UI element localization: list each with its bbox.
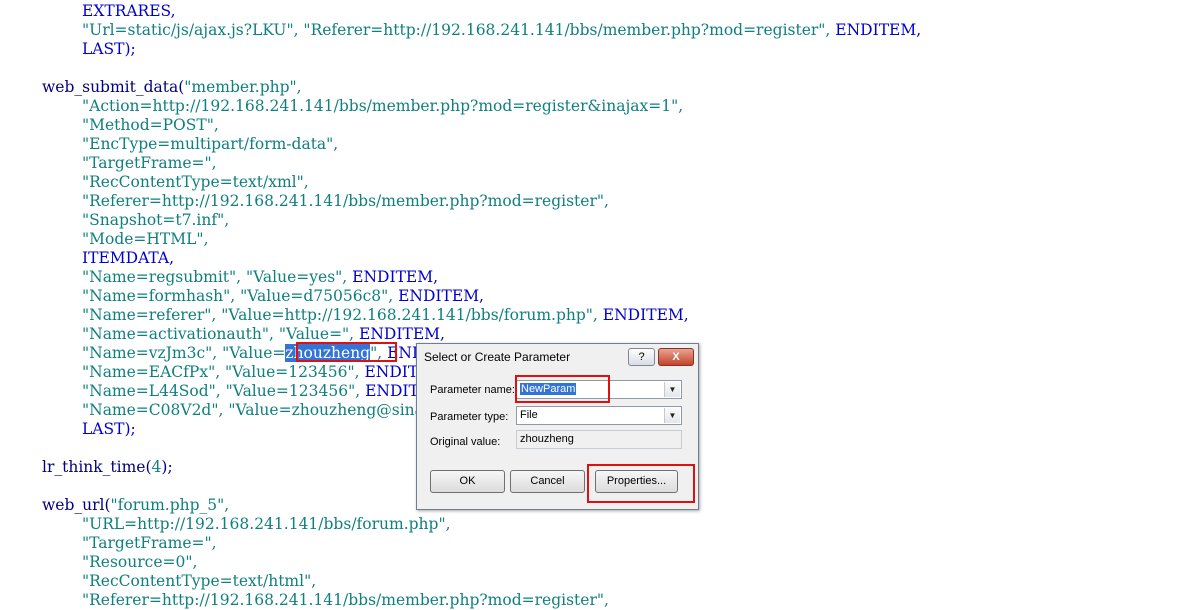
parameter-name-highlight [515,375,610,403]
help-button[interactable]: ? [628,348,655,366]
code-token: "Resource=0", [82,553,198,571]
code-token: "forum.php_5", [110,496,230,514]
code-line: "Resource=0", [82,553,197,572]
code-token: ENDITEM, [398,287,484,305]
code-token: "member.php", [184,78,302,96]
code-line: "Mode=HTML", [82,230,209,249]
code-line: "Name=EACfPx", "Value=123456", ENDITEM, [82,363,450,382]
code-token: ENDITEM, [352,268,439,286]
code-token: ENDITEM, [835,21,922,39]
code-token: lr_think_time( [42,458,152,476]
code-line: "Name=formhash", "Value=d75056c8", ENDIT… [82,287,484,306]
code-token: "RecContentType=text/html", [82,572,317,590]
code-token: ); [161,458,173,476]
code-line: LAST); [82,420,136,439]
code-line: "Action=http://192.168.241.141/bbs/membe… [82,97,683,116]
parameter-name-label: Parameter name: [430,384,515,396]
code-line: web_submit_data("member.php", [42,78,302,97]
code-token: "Mode=HTML", [82,230,209,248]
code-token: "URL=http://192.168.241.141/bbs/forum.ph… [82,515,451,533]
code-token: "Name=regsubmit", "Value=yes", [82,268,353,286]
code-line: "Referer=http://192.168.241.141/bbs/memb… [82,192,609,211]
code-line: EXTRARES, [82,2,176,21]
code-token: "Name=formhash", "Value=d75056c8", [82,287,399,305]
original-value: zhouzheng [520,433,574,445]
code-line: web_url("forum.php_5", [42,496,229,515]
select-or-create-parameter-dialog: Select or Create Parameter ? X Parameter… [416,343,699,510]
cancel-button[interactable]: Cancel [510,470,585,493]
parameter-type-select[interactable]: File ▼ [516,406,682,425]
code-token: 4 [151,458,162,476]
parameter-type-label: Parameter type: [430,411,509,423]
code-token: ITEMDATA, [82,249,175,267]
code-token: "TargetFrame=", [82,534,217,552]
code-token: "RecContentType=text/xml", [82,173,309,191]
code-token: LAST); [82,40,136,58]
code-line: lr_think_time(4); [42,458,173,477]
code-token: "Name=EACfPx", "Value=123456", [82,363,365,381]
ok-button[interactable]: OK [430,470,505,493]
dialog-title-bar[interactable]: Select or Create Parameter ? X [417,344,698,370]
parameter-type-value: File [520,409,538,421]
code-line: "TargetFrame=", [82,534,217,553]
code-line: "Referer=http://192.168.241.141/bbs/memb… [82,591,609,610]
close-button[interactable]: X [658,348,694,366]
code-token: LAST); [82,420,136,438]
code-token: "Referer=http://192.168.241.141/bbs/memb… [82,192,609,210]
code-token: "Name=vzJm3c", "Value= [82,344,286,362]
code-line: "Method=POST", [82,116,219,135]
code-line: "Name=vzJm3c", "Value=zhouzheng", ENDITE… [82,344,473,363]
code-token: ENDITEM, [602,306,689,324]
code-token: "Action=http://192.168.241.141/bbs/membe… [82,97,684,115]
code-token: "Name=L44Sod", "Value=123456", [82,382,366,400]
dialog-title: Select or Create Parameter [424,350,571,364]
code-token: "EncType=multipart/form-data", [82,135,339,153]
chevron-down-icon[interactable]: ▼ [664,408,680,423]
code-line: "Url=static/js/ajax.js?LKU", "Referer=ht… [82,21,921,40]
selected-value-highlight [296,342,397,362]
properties-highlight [587,464,695,503]
original-value-label: Original value: [430,436,501,448]
code-line: "RecContentType=text/html", [82,572,316,591]
code-token: "Url=static/js/ajax.js?LKU", "Referer=ht… [82,21,836,39]
code-token: "Method=POST", [82,116,219,134]
code-token: web_submit_data( [42,78,185,96]
code-line: "Snapshot=t7.inf", [82,211,229,230]
code-line: "RecContentType=text/xml", [82,173,309,192]
code-line: LAST); [82,40,136,59]
code-token: "Name=activationauth", "Value=", [82,325,360,343]
code-line: "Name=referer", "Value=http://192.168.24… [82,306,689,325]
code-token: web_url( [42,496,111,514]
original-value-field: zhouzheng [516,430,682,449]
code-line: "Name=L44Sod", "Value=123456", ENDITEM, [82,382,451,401]
code-token: ENDITEM, [359,325,445,343]
code-token: "Snapshot=t7.inf", [82,211,230,229]
code-token: EXTRARES, [82,2,176,20]
code-line: "EncType=multipart/form-data", [82,135,338,154]
code-token: "Referer=http://192.168.241.141/bbs/memb… [82,591,609,609]
code-line: "URL=http://192.168.241.141/bbs/forum.ph… [82,515,451,534]
code-token: "TargetFrame=", [82,154,217,172]
code-line: ITEMDATA, [82,249,174,268]
code-token: "Name=referer", "Value=http://192.168.24… [82,306,603,324]
code-line: "Name=regsubmit", "Value=yes", ENDITEM, [82,268,438,287]
chevron-down-icon[interactable]: ▼ [664,382,680,397]
code-line: "TargetFrame=", [82,154,217,173]
